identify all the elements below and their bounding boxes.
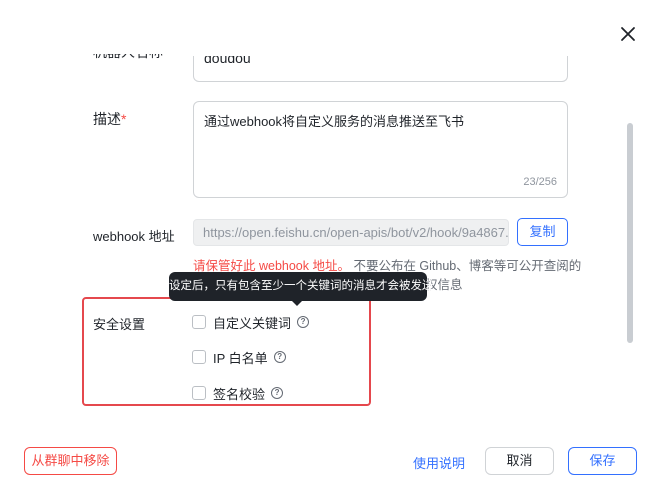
option-custom-keywords[interactable]: 自定义关键词 ? — [192, 313, 310, 331]
bot-name-label: 机器人名称 — [93, 54, 163, 62]
bot-name-input[interactable]: doudou — [193, 56, 568, 82]
description-label-text: 描述 — [93, 111, 121, 127]
signature-label: 签名校验 — [213, 386, 266, 402]
description-value: 通过webhook将自定义服务的消息推送至飞书 — [204, 114, 465, 129]
description-textarea[interactable]: 通过webhook将自定义服务的消息推送至飞书 23/256 — [193, 101, 568, 198]
question-circle-icon[interactable]: ? — [271, 387, 284, 399]
required-mark: * — [121, 111, 127, 127]
cancel-button[interactable]: 取消 — [485, 447, 554, 475]
bot-settings-dialog: 机器人名称 doudou 描述* 通过webhook将自定义服务的消息推送至飞书… — [0, 0, 661, 499]
keyword-tooltip: 设定后，只有包含至少一个关键词的消息才会被发送 — [169, 272, 434, 301]
remove-from-group-button[interactable]: 从群聊中移除 — [24, 447, 117, 475]
bot-name-value: doudou — [204, 56, 251, 66]
option-ip-whitelist[interactable]: IP 白名单 ? — [192, 348, 286, 366]
option-signature-verification[interactable]: 签名校验 ? — [192, 384, 284, 402]
scrollbar-thumb[interactable] — [627, 123, 633, 343]
ip-whitelist-label: IP 白名单 — [213, 350, 268, 366]
signature-checkbox[interactable] — [192, 386, 206, 400]
close-icon — [621, 27, 635, 41]
copy-button[interactable]: 复制 — [517, 218, 568, 246]
webhook-warning-text: 不要公布在 Github、博客等可公开查阅的 — [349, 259, 582, 273]
webhook-url-field[interactable]: https://open.feishu.cn/open-apis/bot/v2/… — [193, 219, 509, 246]
description-label: 描述* — [93, 109, 126, 129]
question-circle-icon[interactable]: ? — [297, 316, 310, 328]
close-button[interactable] — [616, 22, 640, 46]
custom-keywords-checkbox[interactable] — [192, 315, 206, 329]
custom-keywords-label: 自定义关键词 — [213, 315, 292, 331]
description-char-count: 23/256 — [523, 176, 557, 188]
webhook-label: webhook 地址 — [93, 229, 175, 244]
usage-guide-link[interactable]: 使用说明 — [413, 453, 465, 472]
ip-whitelist-checkbox[interactable] — [192, 350, 206, 364]
question-circle-icon[interactable]: ? — [273, 351, 286, 363]
security-settings-label: 安全设置 — [93, 317, 146, 332]
tooltip-arrow — [291, 300, 303, 306]
webhook-warning-red: 请保管好此 webhook 地址。 — [193, 259, 350, 273]
save-button[interactable]: 保存 — [568, 447, 637, 475]
